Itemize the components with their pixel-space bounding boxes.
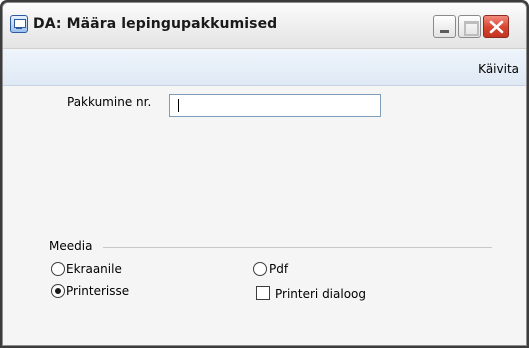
button-bar: Käivita <box>3 50 526 86</box>
media-group-divider <box>103 247 492 248</box>
printer-dialog-label[interactable]: Printeri dialoog <box>275 287 366 301</box>
window-title: DA: Määra lepingupakkumised <box>33 16 278 32</box>
run-button[interactable]: Käivita <box>478 62 519 76</box>
media-group-label: Meedia <box>49 239 93 253</box>
app-icon <box>10 15 28 33</box>
title-bar[interactable]: DA: Määra lepingupakkumised <box>3 3 526 49</box>
printer-radio[interactable] <box>51 284 65 298</box>
offer-number-label: Pakkumine nr. <box>67 95 152 109</box>
screen-radio[interactable] <box>51 262 65 276</box>
close-button[interactable] <box>483 15 509 38</box>
dialog-window: DA: Määra lepingupakkumised Käivita Pakk… <box>2 2 527 346</box>
pdf-radio[interactable] <box>253 262 267 276</box>
pdf-radio-label[interactable]: Pdf <box>269 262 288 276</box>
window-frame: DA: Määra lepingupakkumised Käivita Pakk… <box>0 0 529 348</box>
screen-radio-label[interactable]: Ekraanile <box>66 262 122 276</box>
close-icon <box>489 20 504 34</box>
text-caret <box>178 99 179 112</box>
offer-number-input[interactable] <box>169 94 381 117</box>
printer-dialog-checkbox[interactable] <box>256 286 270 300</box>
maximize-button[interactable] <box>458 15 481 38</box>
minimize-button[interactable] <box>433 15 456 38</box>
printer-radio-label[interactable]: Printerisse <box>66 284 129 298</box>
